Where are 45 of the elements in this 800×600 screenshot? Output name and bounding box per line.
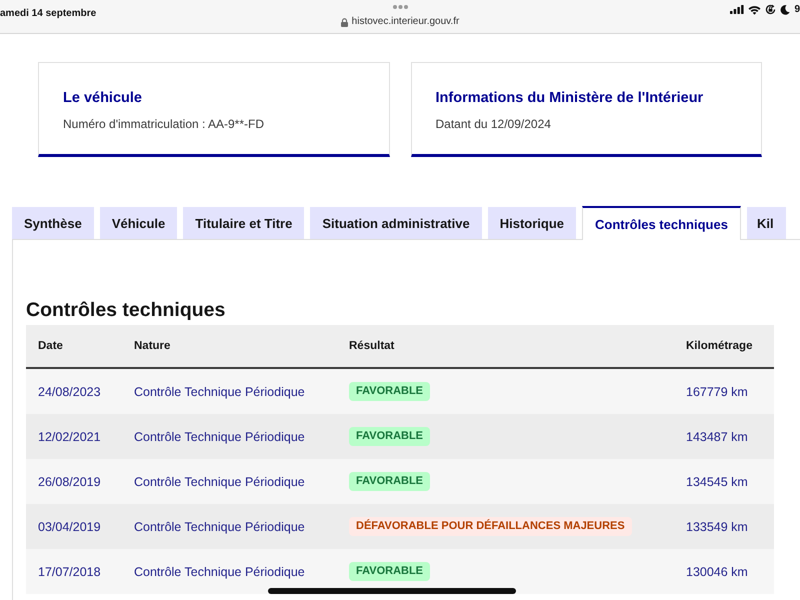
card-title: Informations du Ministère de l'Intérieur — [436, 89, 704, 107]
tab[interactable]: Titulaire et Titre — [183, 207, 304, 239]
status-date: amedi 14 septembre — [0, 8, 96, 19]
result-badge: FAVORABLE — [349, 472, 430, 491]
tab[interactable]: Contrôles techniques — [582, 206, 741, 240]
table-cell: Contrôle Technique Périodique — [134, 384, 305, 398]
result-badge: FAVORABLE — [349, 427, 430, 446]
wifi-icon — [748, 4, 762, 14]
card-text: Datant du 12/09/2024 — [436, 116, 552, 132]
page-url[interactable]: histovec.interieur.gouv.fr — [352, 16, 460, 28]
table-cell: 133549 km — [686, 520, 748, 534]
tab[interactable]: Historique — [488, 207, 576, 239]
table-cell: 24/08/2023 — [38, 384, 101, 398]
result-badge: FAVORABLE — [349, 562, 430, 581]
card-text: Numéro d'immatriculation : AA-9**-FD — [63, 116, 266, 132]
table-cell: 167779 km — [686, 384, 748, 398]
tab[interactable]: Situation administrative — [310, 207, 482, 239]
tab[interactable]: Véhicule — [100, 207, 178, 239]
tab[interactable]: Kil — [746, 207, 786, 239]
table-cell: 143487 km — [686, 430, 748, 444]
battery-percent: 9 — [794, 4, 800, 16]
tab[interactable]: Synthèse — [12, 207, 94, 239]
table-cell: 130046 km — [686, 564, 748, 578]
table-cell: 26/08/2019 — [38, 474, 101, 488]
table-cell: Contrôle Technique Périodique — [134, 564, 305, 578]
column-header: Date — [38, 340, 63, 352]
table-cell: 134545 km — [686, 474, 748, 488]
column-header: Nature — [134, 340, 170, 352]
column-header: Résultat — [349, 340, 394, 352]
table-cell: Contrôle Technique Périodique — [134, 520, 305, 534]
more-icon[interactable] — [392, 5, 408, 9]
card-title: Le véhicule — [63, 89, 143, 107]
result-badge: FAVORABLE — [349, 382, 430, 401]
column-header: Kilométrage — [686, 340, 752, 352]
table-cell: Contrôle Technique Périodique — [134, 430, 305, 444]
moon-icon — [780, 4, 790, 14]
table-cell: 03/04/2019 — [38, 520, 101, 534]
table-cell: 17/07/2018 — [38, 564, 101, 578]
lock-icon — [340, 18, 348, 26]
table-cell: 12/02/2021 — [38, 430, 101, 444]
section-heading: Contrôles techniques — [26, 298, 226, 322]
signal-icon — [730, 5, 744, 14]
result-badge: DÉFAVORABLE POUR DÉFAILLANCES MAJEURES — [349, 517, 632, 536]
rotation-lock-icon — [765, 4, 776, 15]
table-cell: Contrôle Technique Périodique — [134, 474, 305, 488]
